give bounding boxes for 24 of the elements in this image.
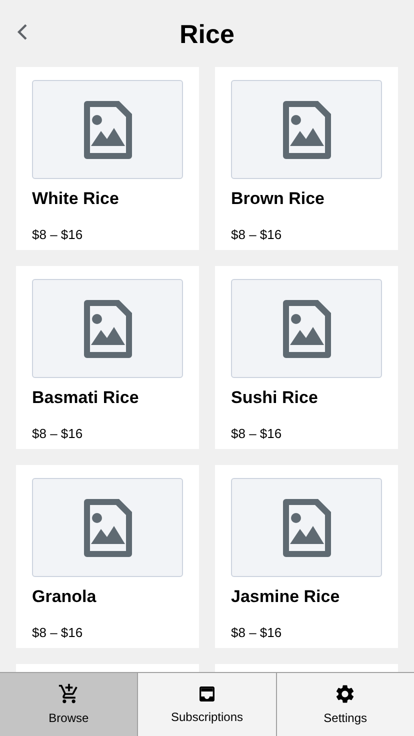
product-name: Basmati Rice [32,387,140,408]
price-range: $8 – $16 [231,624,283,642]
product-name: Jasmine Rice [231,586,341,608]
product-card[interactable]: Sushi Rice $8 – $16 [215,266,398,449]
inbox-icon [196,684,217,704]
price-range: $8 – $16 [32,424,84,442]
price-range: $8 – $16 [32,624,84,642]
product-card[interactable]: Brown Rice $8 – $16 [215,67,398,250]
settings-icon [334,682,356,704]
product-name: Granola [32,586,98,608]
product-name: Sushi Rice [231,387,319,408]
price-range: $8 – $16 [32,226,84,244]
product-card[interactable]: Jasmine Rice $8 – $16 [215,465,398,648]
cart-plus-icon [58,682,80,704]
tab[interactable]: Browse [0,673,138,736]
price-range: $8 – $16 [231,424,283,442]
product-card[interactable]: White Rice $8 – $16 [16,67,199,250]
back-icon [16,23,28,41]
product-card[interactable]: Basmati Rice $8 – $16 [16,266,199,449]
product-card[interactable]: Granola $8 – $16 [16,465,199,648]
page-title: Rice [180,20,234,46]
product-name: Brown Rice [231,188,326,210]
price-range: $8 – $16 [231,226,283,244]
product-name: White Rice [32,188,120,210]
